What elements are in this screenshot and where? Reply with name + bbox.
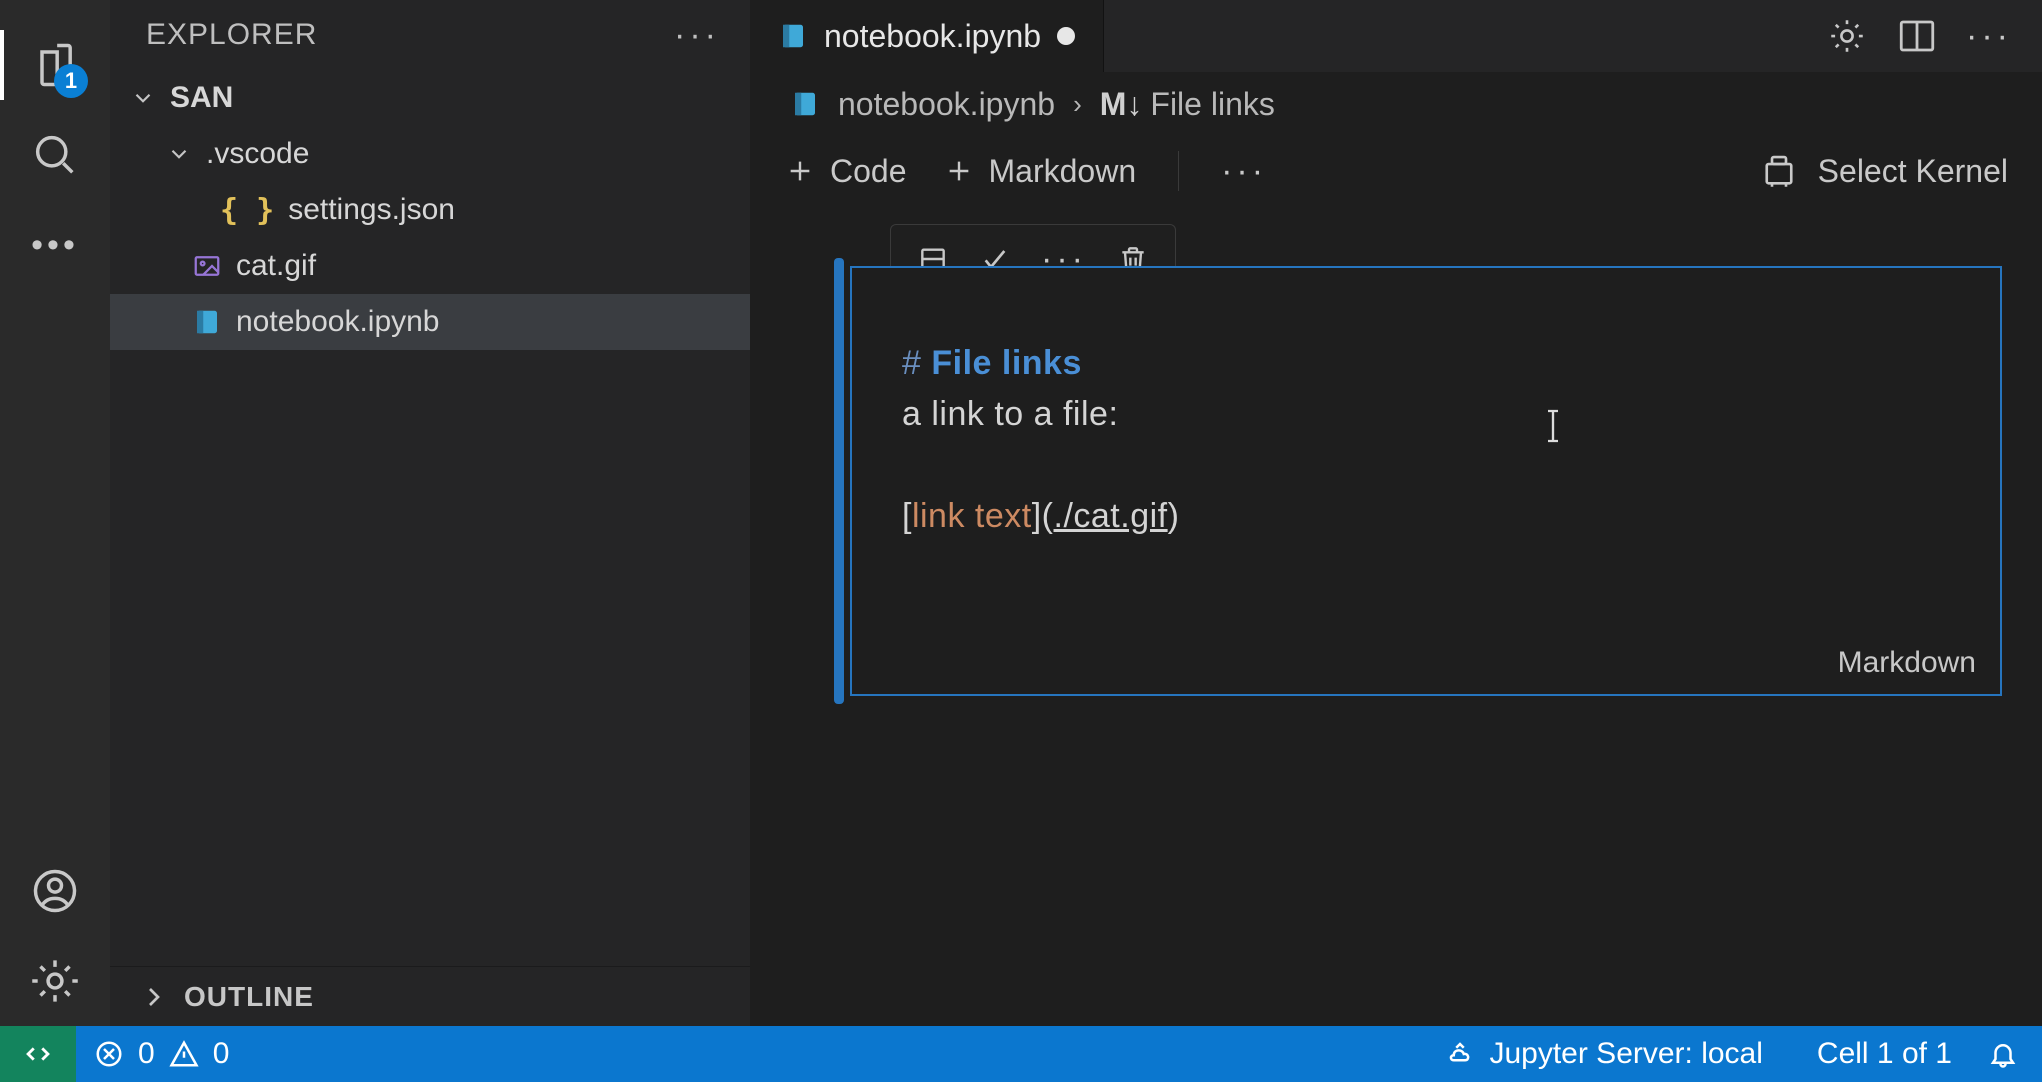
tab-label: notebook.ipynb [824,18,1041,55]
notebook-file-icon [778,21,808,51]
outline-label: OUTLINE [184,981,314,1013]
markdown-symbol-icon: M↓ [1100,86,1143,123]
tree-folder-vscode[interactable]: .vscode [110,126,750,182]
tree-item-label: notebook.ipynb [236,305,440,339]
notebook-area: ··· # File links a link to a file: [link… [750,206,2042,1026]
toolbar-separator [1178,151,1179,191]
file-tree: SAN .vscode { } settings.json cat.gif no… [110,70,750,966]
split-editor-icon[interactable] [1896,15,1938,57]
md-link-path: ./cat.gif [1054,497,1168,535]
cell-language-label[interactable]: Markdown [1838,646,1976,680]
tree-file-notebook[interactable]: notebook.ipynb [110,294,750,350]
accounts-activity-icon[interactable] [20,846,90,936]
image-file-icon [192,251,222,281]
md-hash: # [902,344,921,382]
workspace-root-label: SAN [170,81,233,115]
jupyter-server-label: Jupyter Server: local [1489,1037,1762,1071]
chevron-right-icon: › [1073,89,1082,120]
add-code-label: Code [830,153,907,190]
markdown-cell[interactable]: # File links a link to a file: [link tex… [850,266,2002,696]
chevron-right-icon [138,981,170,1013]
breadcrumb[interactable]: notebook.ipynb › M↓ File links [750,72,2042,136]
editor-group: notebook.ipynb ··· notebook.ipynb › M↓ F… [750,0,2042,1026]
explorer-title: EXPLORER [146,18,317,52]
explorer-badge: 1 [54,64,88,98]
add-code-cell-button[interactable]: Code [784,153,907,190]
manage-kernels-icon[interactable] [1826,15,1868,57]
tab-actions: ··· [1826,0,2042,72]
notifications-icon[interactable] [1988,1039,2018,1069]
more-activity-icon[interactable]: ••• [20,200,90,290]
dirty-indicator-icon [1057,27,1075,45]
add-markdown-cell-button[interactable]: Markdown [943,153,1137,190]
outline-section[interactable]: OUTLINE [110,966,750,1026]
cell-position-status[interactable]: Cell 1 of 1 [1817,1037,1952,1071]
status-bar: 0 0 Jupyter Server: local Cell 1 of 1 [0,1026,2042,1082]
explorer-header: EXPLORER ··· [110,0,750,70]
select-kernel-button[interactable]: Select Kernel [1818,153,2008,190]
tab-bar: notebook.ipynb ··· [750,0,2042,72]
notebook-file-icon [192,307,222,337]
remote-indicator[interactable] [0,1026,76,1082]
toolbar-more-icon[interactable]: ··· [1221,154,1267,188]
tree-item-label: .vscode [206,137,309,171]
jupyter-server-status[interactable]: Jupyter Server: local [1427,1037,1780,1071]
settings-activity-icon[interactable] [20,936,90,1026]
cell-editor[interactable]: # File links a link to a file: [link tex… [852,268,2000,562]
breadcrumb-symbol: File links [1150,86,1274,123]
activity-bar: 1 ••• [0,0,110,1026]
notebook-file-icon [790,89,820,119]
add-markdown-label: Markdown [989,153,1137,190]
kernel-icon[interactable] [1758,150,1800,192]
errors-count: 0 [138,1037,155,1071]
problems-status[interactable]: 0 0 [76,1037,247,1071]
warnings-count: 0 [213,1037,230,1071]
search-activity-icon[interactable] [20,110,90,200]
md-link-text: link text [912,497,1032,535]
json-file-icon: { } [220,193,274,228]
explorer-sidebar: EXPLORER ··· SAN .vscode { } settings.js… [110,0,750,1026]
md-heading-text: File links [931,344,1082,382]
workspace-root[interactable]: SAN [110,70,750,126]
explorer-more-icon[interactable]: ··· [674,18,720,52]
tree-file-catgif[interactable]: cat.gif [110,238,750,294]
notebook-toolbar: Code Markdown ··· Select Kernel [750,136,2042,206]
tab-notebook[interactable]: notebook.ipynb [750,0,1104,72]
chevron-down-icon [130,82,156,114]
explorer-activity-icon[interactable]: 1 [20,20,90,110]
cell-focus-indicator [834,258,844,704]
chevron-down-icon [166,138,192,170]
tree-item-label: cat.gif [236,249,316,283]
breadcrumb-file: notebook.ipynb [838,86,1055,123]
editor-more-icon[interactable]: ··· [1966,19,2012,53]
tree-item-label: settings.json [288,193,455,227]
tree-file-settings[interactable]: { } settings.json [110,182,750,238]
md-line-2: a link to a file: [902,395,1118,433]
